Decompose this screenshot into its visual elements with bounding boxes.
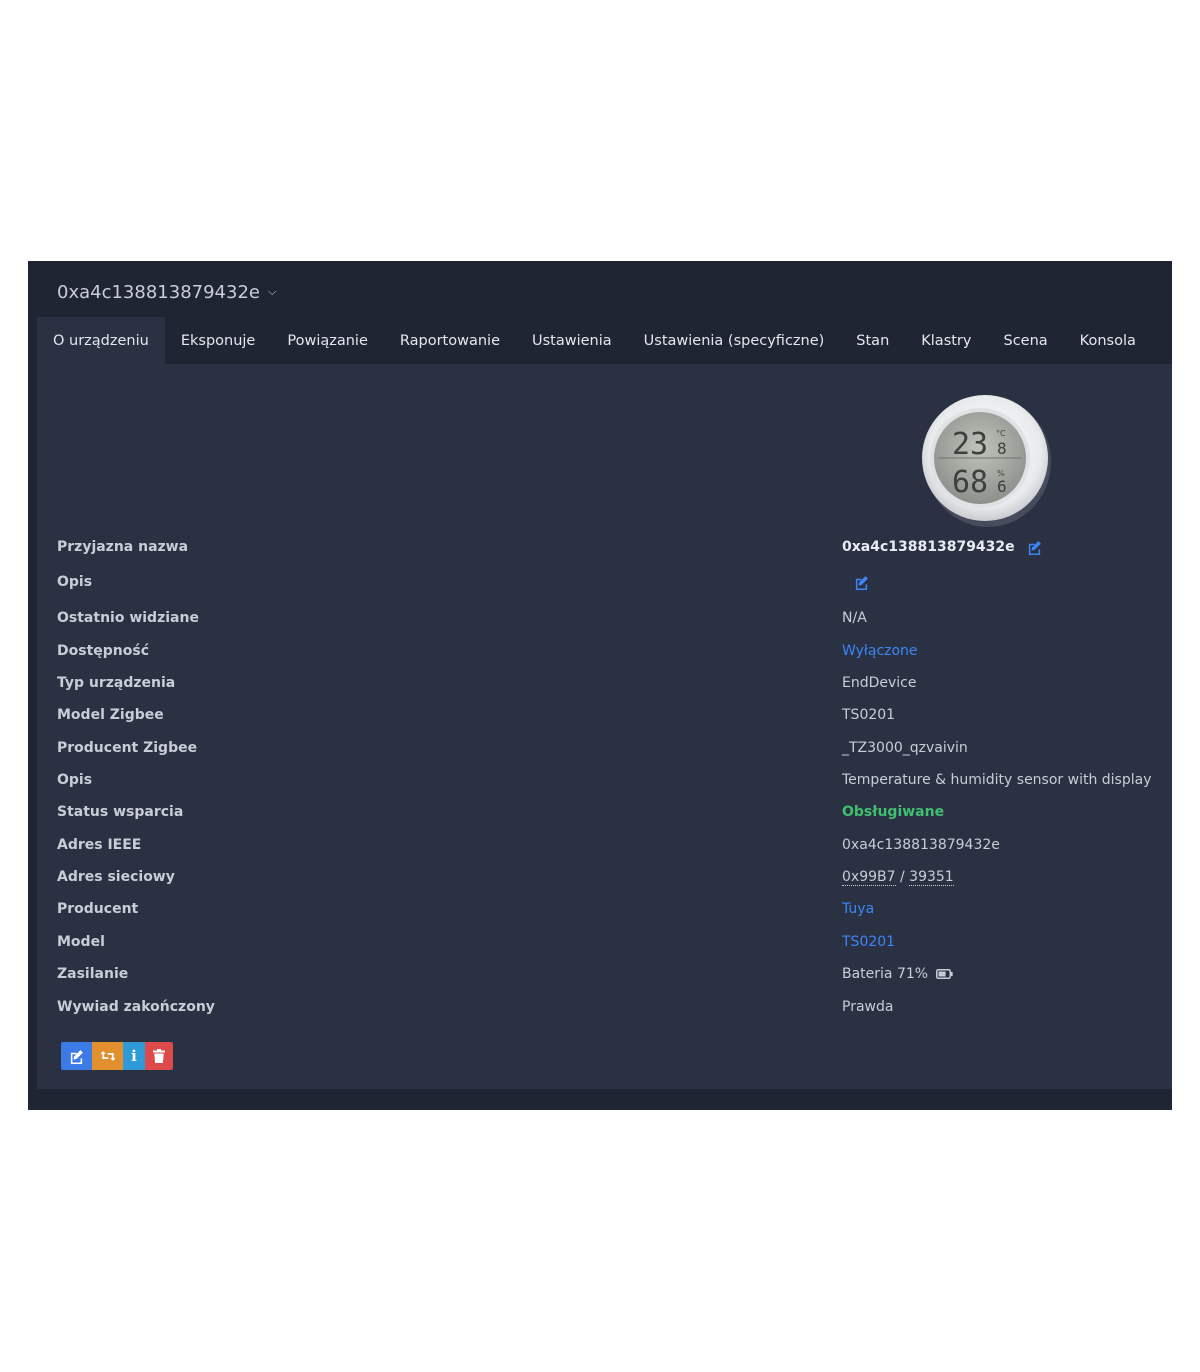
network-address-separator: / (895, 869, 910, 885)
model-description-value: Temperature & humidity sensor with displ… (842, 772, 1152, 788)
vendor-link[interactable]: Tuya (842, 901, 874, 917)
info-row-vendor: Producent Tuya (37, 893, 1172, 925)
action-button-group: i (61, 1042, 173, 1070)
zigbee-model-value: TS0201 (842, 707, 896, 723)
tab-console[interactable]: Konsola (1064, 317, 1152, 364)
zigbee-model-label: Model Zigbee (57, 707, 164, 723)
retweet-icon (100, 1051, 115, 1061)
zigbee-manufacturer-value: _TZ3000_qzvaivin (842, 740, 968, 756)
support-status-label: Status wsparcia (57, 804, 184, 820)
description-label: Opis (57, 574, 93, 590)
power-value: Bateria 71% (842, 966, 953, 982)
lcd-humidity-decimal: 6 (997, 477, 1007, 496)
info-row-ieee: Adres IEEE 0xa4c138813879432e (37, 829, 1172, 861)
info-row-zigbee-manufacturer: Producent Zigbee _TZ3000_qzvaivin (37, 732, 1172, 764)
info-row-friendly-name: Przyjazna nazwa 0xa4c138813879432e (37, 531, 1172, 563)
chevron-down-icon[interactable]: ⌵ (268, 285, 276, 299)
power-label: Zasilanie (57, 966, 129, 982)
availability-label: Dostępność (57, 643, 149, 659)
lcd-temperature-unit: °C (996, 429, 1006, 438)
support-status-value: Obsługiwane (842, 804, 945, 820)
model-link[interactable]: TS0201 (842, 934, 895, 950)
tab-state[interactable]: Stan (840, 317, 905, 364)
info-row-power: Zasilanie Bateria 71% (37, 958, 1172, 990)
ieee-value: 0xa4c138813879432e (842, 837, 1000, 853)
tab-settings[interactable]: Ustawienia (516, 317, 628, 364)
reconfigure-button[interactable] (92, 1042, 123, 1070)
info-row-support-status: Status wsparcia Obsługiwane (37, 796, 1172, 828)
tab-clusters[interactable]: Klastry (905, 317, 987, 364)
lcd-temperature: 23 (952, 427, 988, 462)
info-icon: i (131, 1047, 137, 1065)
tab-scene[interactable]: Scena (987, 317, 1063, 364)
info-row-network-address: Adres sieciowy 0x99B7 / 39351 (37, 861, 1172, 893)
battery-icon (936, 969, 953, 979)
device-selector[interactable]: 0xa4c138813879432e ⌵ (57, 277, 276, 307)
tab-settings-specific[interactable]: Ustawienia (specyficzne) (628, 317, 841, 364)
friendly-name-text: 0xa4c138813879432e (842, 539, 1015, 555)
info-row-last-seen: Ostatnio widziane N/A (37, 602, 1172, 634)
device-type-value: EndDevice (842, 675, 917, 691)
availability-link[interactable]: Wyłączone (842, 643, 918, 659)
friendly-name-label: Przyjazna nazwa (57, 539, 189, 555)
interview-info-button[interactable]: i (123, 1042, 145, 1070)
edit-icon[interactable] (854, 575, 869, 590)
info-row-zigbee-model: Model Zigbee TS0201 (37, 699, 1172, 731)
tab-bar: O urządzeniu Eksponuje Powiązanie Raport… (37, 317, 1172, 364)
power-text: Bateria 71% (842, 966, 929, 982)
last-seen-value: N/A (842, 610, 867, 626)
info-row-model: Model TS0201 (37, 926, 1172, 958)
info-row-device-type: Typ urządzenia EndDevice (37, 667, 1172, 699)
tab-about[interactable]: O urządzeniu (37, 317, 165, 364)
info-row-description: Opis (37, 566, 1172, 598)
lcd-humidity: 68 (952, 465, 988, 500)
lcd-humidity-unit: % (997, 469, 1005, 478)
network-address-label: Adres sieciowy (57, 869, 175, 885)
network-address-value: 0x99B7 / 39351 (842, 869, 954, 886)
network-address-decimal: 39351 (909, 868, 954, 886)
edit-icon (70, 1049, 83, 1064)
interview-label: Wywiad zakończony (57, 999, 215, 1015)
lcd-temperature-decimal: 8 (997, 439, 1007, 458)
trash-icon (153, 1049, 165, 1063)
tab-exposes[interactable]: Eksponuje (165, 317, 272, 364)
interview-value: Prawda (842, 999, 894, 1015)
device-title[interactable]: 0xa4c138813879432e (57, 282, 260, 303)
vendor-label: Producent (57, 901, 139, 917)
about-panel: 23 8 °C 68 6 % Przyjazna nazwa 0xa4c1388… (37, 364, 1172, 1089)
model-label: Model (57, 934, 105, 950)
friendly-name-value: 0xa4c138813879432e (842, 539, 1042, 555)
description-value (842, 575, 869, 590)
remove-button[interactable] (145, 1042, 173, 1070)
tab-bind[interactable]: Powiązanie (271, 317, 384, 364)
info-row-model-description: Opis Temperature & humidity sensor with … (37, 764, 1172, 796)
last-seen-label: Ostatnio widziane (57, 610, 199, 626)
ieee-label: Adres IEEE (57, 837, 142, 853)
rename-button[interactable] (61, 1042, 92, 1070)
info-row-interview: Wywiad zakończony Prawda (37, 991, 1172, 1023)
tab-reporting[interactable]: Raportowanie (384, 317, 516, 364)
model-description-label: Opis (57, 772, 93, 788)
edit-icon[interactable] (1027, 540, 1042, 555)
device-page: 0xa4c138813879432e ⌵ O urządzeniu Ekspon… (28, 261, 1172, 1110)
zigbee-manufacturer-label: Producent Zigbee (57, 740, 198, 756)
battery-level-fill (938, 971, 946, 977)
device-type-label: Typ urządzenia (57, 675, 176, 691)
info-row-availability: Dostępność Wyłączone (37, 635, 1172, 667)
network-address-hex: 0x99B7 (842, 868, 896, 886)
device-image: 23 8 °C 68 6 % (922, 395, 1051, 527)
